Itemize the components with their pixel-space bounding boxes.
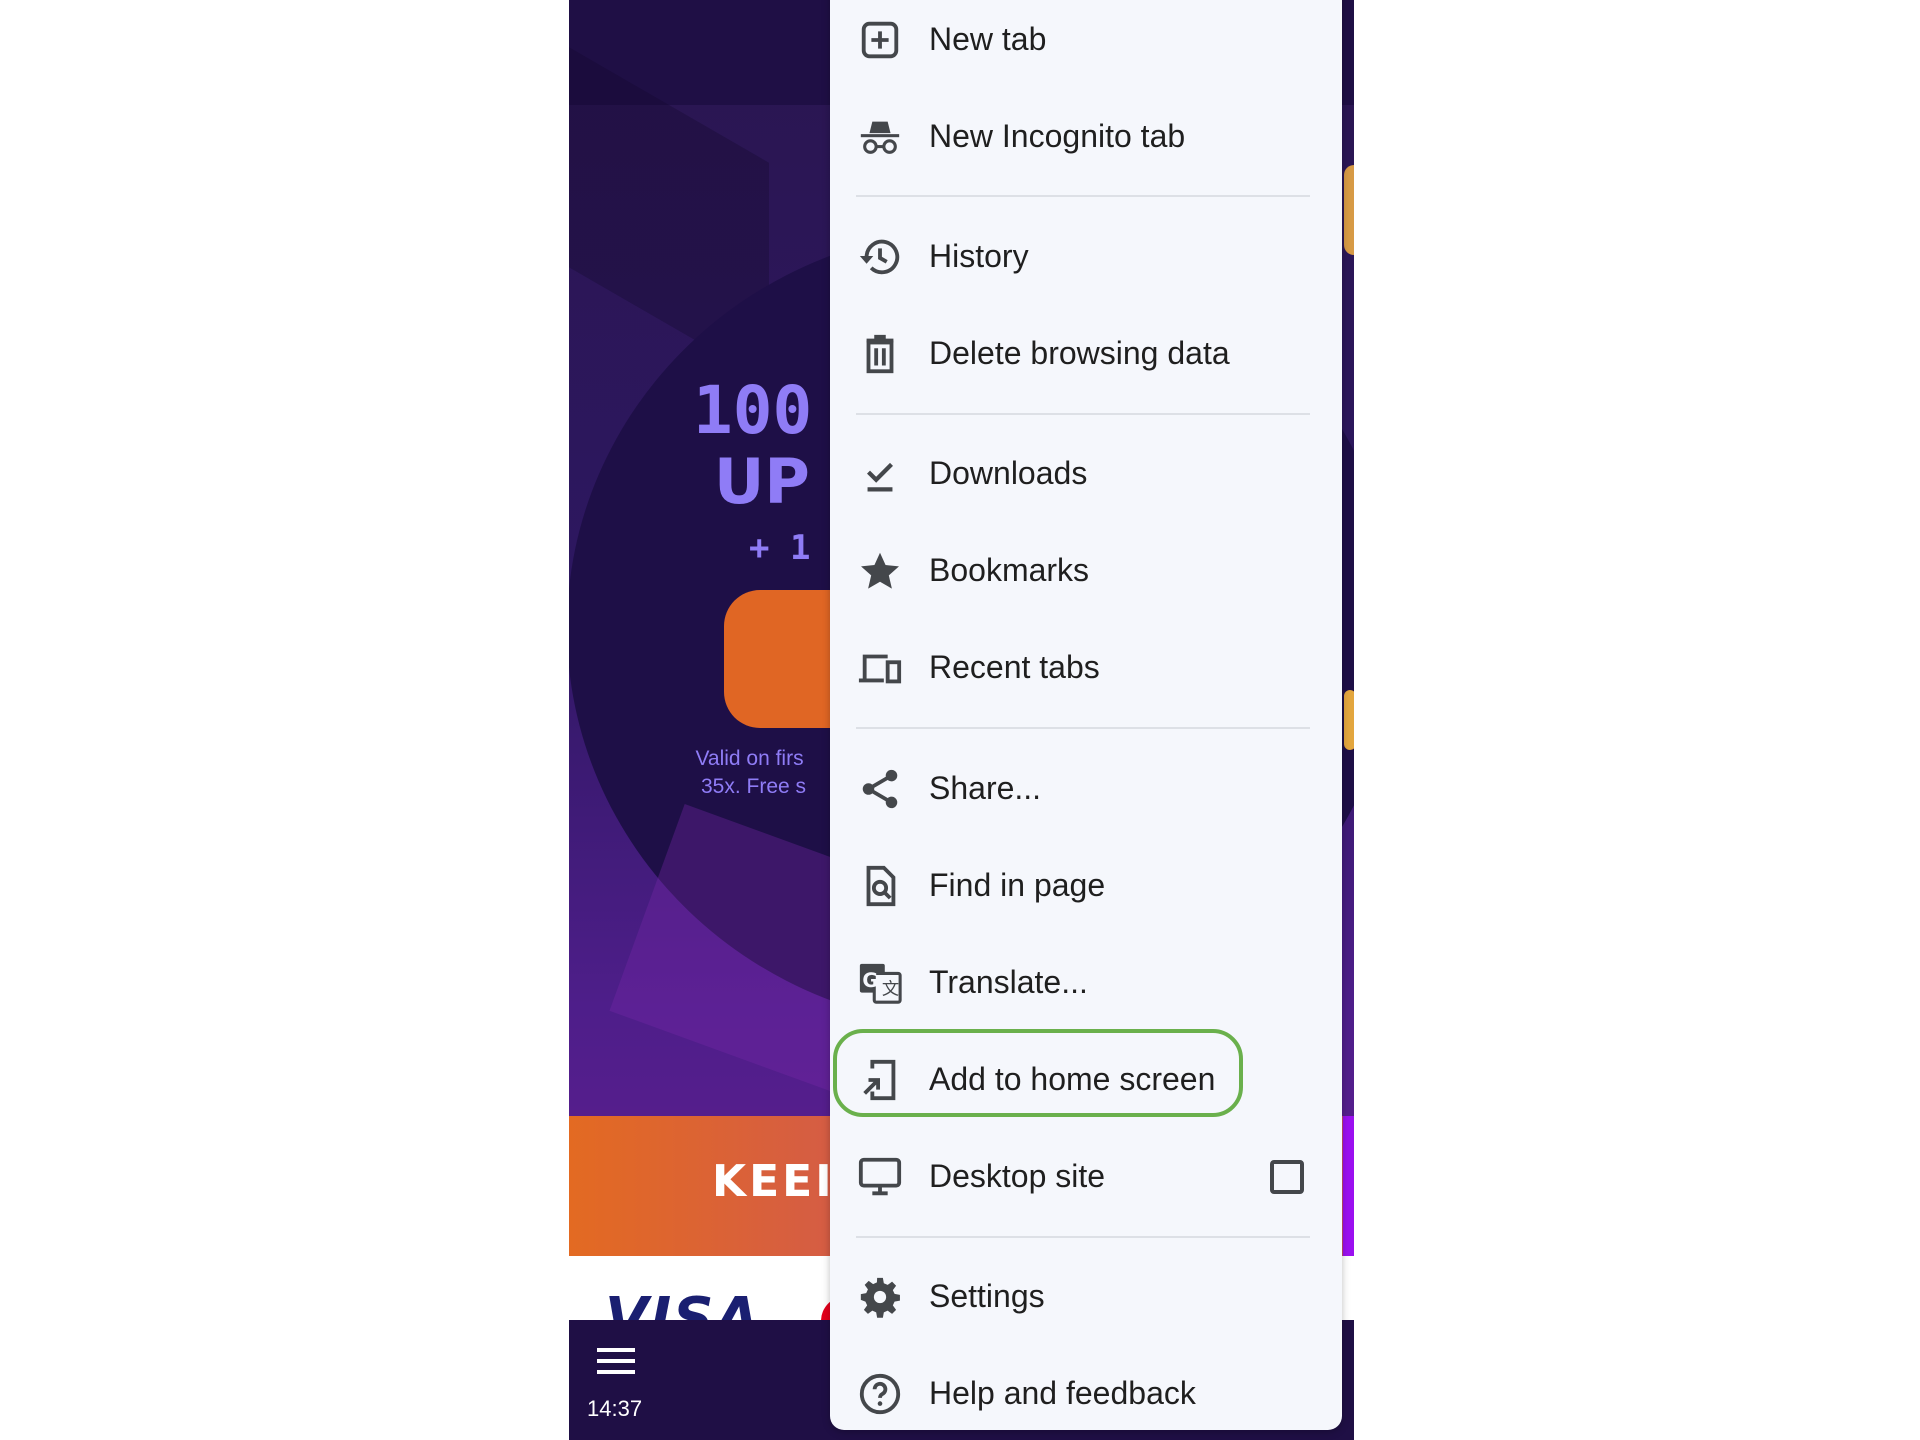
gear-icon: [856, 1273, 904, 1321]
help-icon: [856, 1370, 904, 1418]
menu-item-label: Add to home screen: [929, 1061, 1216, 1097]
menu-item-label: History: [929, 238, 1029, 274]
translate-icon: G文: [856, 959, 904, 1007]
overflow-menu: New tab New Incognito tab History Delete…: [830, 0, 1342, 1430]
menu-item-label: Translate...: [929, 964, 1088, 1000]
devices-icon: [856, 644, 904, 692]
menu-divider: [856, 195, 1310, 197]
download-done-icon: [856, 450, 904, 498]
menu-item-label: Find in page: [929, 867, 1106, 903]
menu-item-new-tab[interactable]: New tab: [830, 0, 1342, 88]
menu-item-share[interactable]: Share...: [830, 740, 1342, 837]
menu-item-label: Settings: [929, 1278, 1045, 1314]
menu-item-label: Share...: [929, 770, 1042, 806]
visa-logo: VISA: [605, 1286, 761, 1320]
menu-item-desktop-site[interactable]: Desktop site: [830, 1128, 1342, 1225]
incognito-icon: [856, 113, 904, 161]
hamburger-icon[interactable]: [597, 1348, 635, 1378]
menu-item-recent-tabs[interactable]: Recent tabs: [830, 619, 1342, 716]
menu-item-settings[interactable]: Settings: [830, 1248, 1342, 1345]
find-in-page-icon: [856, 862, 904, 910]
desktop-site-checkbox[interactable]: [1270, 1159, 1304, 1194]
menu-item-bookmarks[interactable]: Bookmarks: [830, 522, 1342, 619]
new-tab-icon: [856, 16, 904, 64]
menu-divider: [856, 1236, 1310, 1238]
menu-item-new-incognito-tab[interactable]: New Incognito tab: [830, 88, 1342, 185]
promo-terms: Valid on firs 35x. Free s: [693, 745, 806, 801]
menu-item-label: New Incognito tab: [929, 118, 1186, 154]
menu-divider: [856, 413, 1310, 415]
menu-item-label: Delete browsing data: [929, 335, 1230, 371]
menu-divider: [856, 727, 1310, 729]
menu-item-delete-browsing-data[interactable]: Delete browsing data: [830, 305, 1342, 402]
menu-item-add-to-home-screen[interactable]: Add to home screen: [830, 1031, 1342, 1128]
menu-item-help-and-feedback[interactable]: Help and feedback: [830, 1345, 1342, 1440]
menu-item-history[interactable]: History: [830, 208, 1342, 305]
menu-item-find-in-page[interactable]: Find in page: [830, 837, 1342, 934]
banner-edge: [1343, 1116, 1354, 1256]
menu-item-label: New tab: [929, 21, 1047, 57]
history-icon: [856, 233, 904, 281]
menu-item-label: Downloads: [929, 455, 1088, 491]
promo-terms-line: Valid on firs: [695, 747, 804, 770]
svg-text:文: 文: [882, 979, 899, 999]
star-icon: [856, 547, 904, 595]
menu-item-label: Help and feedback: [929, 1375, 1196, 1411]
coin-image: [1344, 690, 1354, 750]
time-display: 14:37: [587, 1396, 643, 1421]
svg-text:G: G: [862, 968, 878, 991]
trash-icon: [856, 330, 904, 378]
menu-item-translate[interactable]: G文 Translate...: [830, 934, 1342, 1031]
add-to-home-screen-icon: [856, 1056, 904, 1104]
promo-headline: 100: [693, 372, 813, 449]
share-icon: [856, 765, 904, 813]
menu-item-label: Recent tabs: [929, 649, 1100, 685]
menu-item-downloads[interactable]: Downloads: [830, 425, 1342, 522]
menu-item-label: Desktop site: [929, 1158, 1106, 1194]
menu-item-label: Bookmarks: [929, 552, 1090, 588]
promo-extra: + 1: [749, 528, 811, 568]
promo-terms-line: 35x. Free s: [701, 775, 807, 798]
promo-headline-2: UP: [714, 445, 810, 518]
banner-text: KEEI: [712, 1156, 835, 1207]
coin-image: [1344, 165, 1354, 255]
desktop-icon: [856, 1153, 904, 1201]
